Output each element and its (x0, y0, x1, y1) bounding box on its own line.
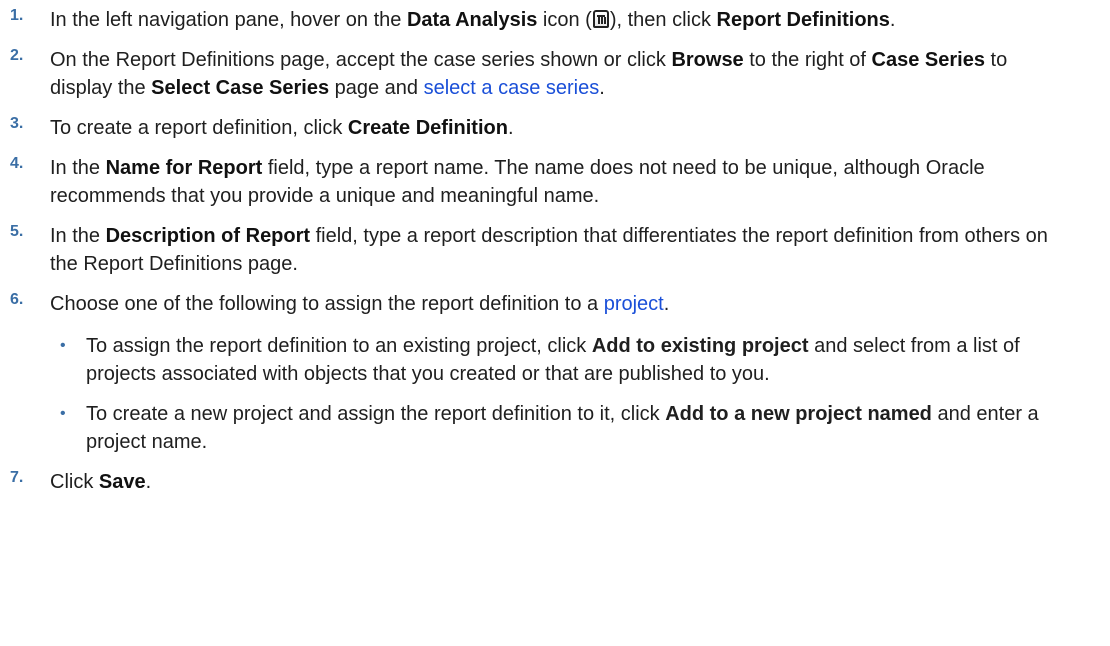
step-text-segment: page and (329, 77, 424, 99)
step-text-segment: . (507, 117, 514, 139)
step-text-segment: . (599, 77, 605, 99)
step-text-segment: . (889, 9, 896, 31)
sub-step: • To assign the report definition to an e… (50, 332, 1070, 388)
procedure-step: 2. On the Report Definitions page, accept… (0, 46, 1070, 102)
step-text-segment: icon ( (537, 9, 592, 31)
ui-label-browse: Browse (671, 49, 744, 71)
step-text-segment: In the left navigation pane, hover on th… (50, 9, 407, 31)
procedure-document: 1. In the left navigation pane, hover on … (0, 0, 1110, 496)
step-text-segment: To create a new project and assign the r… (86, 403, 666, 425)
step-text-segment: To create a report definition, click (50, 117, 348, 139)
procedure-step: 5. In the Description of Report field, ty… (0, 222, 1070, 278)
bullet-marker: • (60, 405, 66, 422)
sub-step-text: To assign the report definition to an ex… (86, 335, 1020, 385)
step-text-segment: Choose one of the following to assign th… (50, 293, 604, 315)
procedure-step: 3. To create a report definition, click C… (0, 114, 1070, 142)
step-text-segment: . (663, 293, 670, 315)
step-text-segment: In the (50, 225, 106, 247)
step-text: In the Description of Report field, type… (50, 222, 1070, 278)
bullet-marker: • (60, 337, 66, 354)
step-text-segment: to the right of (743, 49, 872, 71)
procedure-step: 4. In the Name for Report field, type a r… (0, 154, 1070, 210)
ui-label-data-analysis: Data Analysis (406, 9, 538, 31)
step-text-segment: ), then click (609, 9, 717, 31)
ui-label-description-of-report: Description of Report (105, 225, 311, 247)
link-select-a-case-series[interactable]: select a case series (424, 77, 600, 99)
sub-step-text: To create a new project and assign the r… (86, 403, 1039, 453)
step-number: 7. (10, 469, 24, 486)
ui-label-create-definition: Create Definition (347, 117, 508, 139)
ui-label-case-series: Case Series (871, 49, 985, 71)
ui-label-add-to-existing-project: Add to existing project (591, 335, 809, 357)
step-number: 4. (10, 155, 24, 172)
link-project[interactable]: project (604, 293, 664, 315)
ui-label-save: Save (98, 471, 146, 493)
step-number: 6. (10, 291, 24, 308)
ui-label-add-to-a-new-project-named: Add to a new project named (665, 403, 932, 425)
step-text: Choose one of the following to assign th… (50, 290, 1070, 318)
step-text: Click Save. (50, 468, 1070, 496)
ui-label-select-case-series: Select Case Series (151, 77, 330, 99)
step-number: 2. (10, 47, 24, 64)
data-analysis-icon (592, 10, 609, 28)
step-text: To create a report definition, click Cre… (50, 114, 1070, 142)
step-number: 1. (10, 7, 24, 24)
step-text: In the left navigation pane, hover on th… (50, 6, 1070, 34)
step-text-segment: In the (50, 157, 106, 179)
procedure-step: 6. Choose one of the following to assign … (0, 290, 1070, 456)
step-number: 5. (10, 223, 24, 240)
step-text: In the Name for Report field, type a rep… (50, 154, 1070, 210)
ui-label-name-for-report: Name for Report (105, 157, 263, 179)
sub-steps-list: • To assign the report definition to an e… (50, 332, 1070, 456)
procedure-step: 1. In the left navigation pane, hover on … (0, 6, 1070, 34)
sub-step: • To create a new project and assign the … (50, 400, 1070, 456)
ui-label-report-definitions: Report Definitions (716, 9, 890, 31)
steps-list: 1. In the left navigation pane, hover on … (0, 6, 1070, 496)
step-text-segment: On the Report Definitions page, accept t… (50, 49, 672, 71)
step-text-segment: . (145, 471, 152, 493)
step-text-segment: To assign the report definition to an ex… (86, 335, 592, 357)
step-text-segment: Click (50, 471, 99, 493)
procedure-step: 7. Click Save. (0, 468, 1070, 496)
step-text: On the Report Definitions page, accept t… (50, 46, 1070, 102)
step-number: 3. (10, 115, 24, 132)
